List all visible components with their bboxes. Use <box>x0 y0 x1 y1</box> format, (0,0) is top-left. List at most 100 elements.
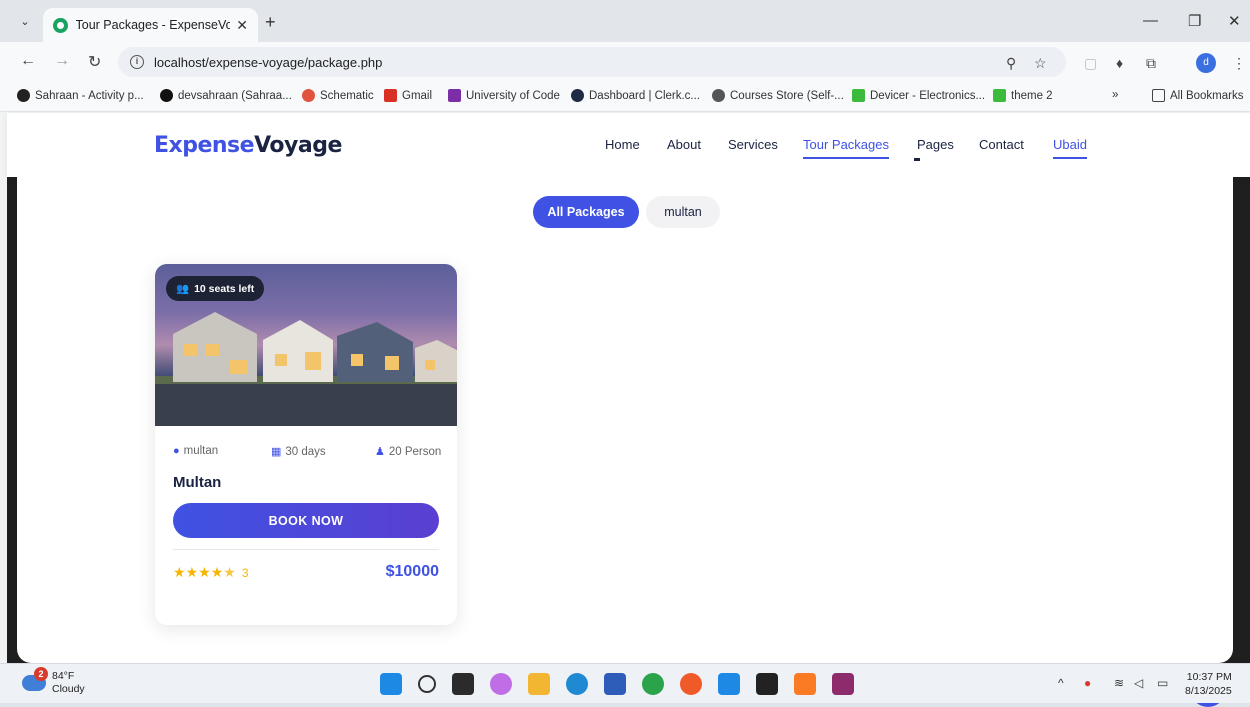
persons-meta: ♟ 20 Person <box>375 445 442 459</box>
map-marker-icon: ● <box>173 445 180 457</box>
site-logo[interactable]: ExpenseVoyage <box>154 133 342 158</box>
vscode-icon[interactable] <box>718 673 740 695</box>
filter-multan[interactable]: multan <box>646 196 720 228</box>
browser-toolbar: ← → ↻ i localhost/expense-voyage/package… <box>0 42 1250 82</box>
bookmark-item[interactable]: theme 2 <box>993 89 1053 102</box>
package-title: Multan <box>173 474 222 491</box>
puzzle-icon[interactable]: ⧉ <box>1146 55 1156 72</box>
start-icon[interactable] <box>380 673 402 695</box>
temperature: 84°F <box>52 670 75 682</box>
volume-icon[interactable]: ◁ <box>1134 676 1143 690</box>
system-clock[interactable]: 10:37 PM 8/13/2025 <box>1185 670 1232 698</box>
package-price: $10000 <box>385 563 439 580</box>
minimize-icon[interactable]: — <box>1143 12 1158 29</box>
nav-about[interactable]: About <box>667 137 701 152</box>
bookmark-item[interactable]: University of Code <box>448 89 560 102</box>
tab-title: Tour Packages - ExpenseVoyage <box>75 18 231 32</box>
back-icon[interactable]: ← <box>20 52 36 70</box>
lightbulb-icon[interactable]: ♦ <box>1116 55 1123 71</box>
rating-count: 3 <box>241 565 249 580</box>
site-info-icon[interactable]: i <box>130 55 144 69</box>
browser-window: ⌄ Tour Packages - ExpenseVoyage ✕ + — ❐ … <box>0 0 1250 707</box>
restore-icon[interactable]: ❐ <box>1188 12 1201 30</box>
menu-icon[interactable]: ⋮ <box>1232 55 1246 72</box>
reload-icon[interactable]: ↻ <box>88 52 101 72</box>
bookmark-item[interactable]: devsahraan (Sahraa... <box>160 89 292 102</box>
tray-app-icon[interactable]: ● <box>1084 676 1091 690</box>
task-view-icon[interactable] <box>452 673 474 695</box>
profile-avatar[interactable]: d <box>1196 53 1216 73</box>
weather-badge: 2 <box>34 667 48 681</box>
winrar-icon[interactable] <box>832 673 854 695</box>
package-image: 👥 10 seats left <box>155 264 457 426</box>
rating-stars: ★ ★ ★ ★ ★ 3 <box>173 564 249 581</box>
nav-services[interactable]: Services <box>728 137 778 152</box>
tab-search-icon[interactable]: ⌄ <box>14 10 36 32</box>
bookmark-item[interactable]: Devicer - Electronics... <box>852 89 985 102</box>
zoom-icon[interactable]: ⚲ <box>1006 55 1016 72</box>
nav-tour-packages[interactable]: Tour Packages <box>803 137 889 159</box>
location-meta: ● multan <box>173 445 219 457</box>
folder-icon <box>1152 89 1165 102</box>
star-icon: ★ <box>210 564 224 580</box>
star-half-icon: ★ <box>223 564 236 580</box>
new-tab-icon[interactable]: + <box>265 12 276 33</box>
gmail-icon <box>384 89 397 102</box>
bookmarks-bar: Sahraan - Activity p... devsahraan (Sahr… <box>0 82 1250 112</box>
search-icon[interactable] <box>418 675 436 693</box>
xampp-icon[interactable] <box>794 673 816 695</box>
site-header: ExpenseVoyage Home About Services Tour P… <box>7 113 1250 177</box>
theme-icon <box>993 89 1006 102</box>
filter-all-packages[interactable]: All Packages <box>533 196 639 228</box>
globe-icon <box>712 89 725 102</box>
bookmark-item[interactable]: Schematic <box>302 89 374 102</box>
chrome-icon[interactable] <box>642 673 664 695</box>
bookmark-favicon-icon <box>17 89 30 102</box>
nav-contact[interactable]: Contact <box>979 137 1024 152</box>
bookmark-item[interactable]: Sahraan - Activity p... <box>17 89 144 102</box>
copilot-icon[interactable] <box>490 673 512 695</box>
nav-pages[interactable]: Pages <box>917 137 954 152</box>
weather-widget[interactable]: 2 84°F Cloudy <box>22 667 85 696</box>
packages-section: All Packages multan 👥 10 seats left ● mu… <box>17 177 1233 707</box>
weather-condition: Cloudy <box>52 683 85 695</box>
card-divider <box>173 549 439 550</box>
bookmark-item[interactable]: Gmail <box>384 89 432 102</box>
more-bookmarks-icon[interactable]: » <box>1112 89 1118 101</box>
tray-chevron-icon[interactable]: ^ <box>1058 676 1064 690</box>
calendar-icon: ▦ <box>271 446 282 458</box>
tab-strip: ⌄ Tour Packages - ExpenseVoyage ✕ + — ❐ … <box>0 0 1250 42</box>
package-card: 👥 10 seats left ● multan ▦ 30 days ♟ 20 … <box>155 264 457 625</box>
seats-badge: 👥 10 seats left <box>166 276 265 301</box>
bookmark-star-icon[interactable]: ☆ <box>1034 55 1047 72</box>
favicon-icon <box>53 17 68 33</box>
close-window-icon[interactable]: ✕ <box>1228 12 1241 30</box>
star-icon: ★ <box>173 564 186 580</box>
address-bar[interactable]: i localhost/expense-voyage/package.php <box>118 47 1066 77</box>
all-bookmarks[interactable]: All Bookmarks <box>1152 89 1244 102</box>
nav-user[interactable]: Ubaid <box>1053 137 1087 159</box>
forward-icon[interactable]: → <box>54 52 70 70</box>
postman-icon[interactable] <box>680 673 702 695</box>
nav-home[interactable]: Home <box>605 137 640 152</box>
star-icon: ★ <box>198 564 211 580</box>
edge-icon[interactable] <box>566 673 588 695</box>
battery-icon[interactable]: ▭ <box>1157 676 1168 690</box>
university-icon <box>448 89 461 102</box>
close-tab-icon[interactable]: ✕ <box>236 17 248 34</box>
bookmark-item[interactable]: Dashboard | Clerk.c... <box>571 89 700 102</box>
duration-meta: ▦ 30 days <box>271 445 326 459</box>
bookmark-item[interactable]: Courses Store (Self-... <box>712 89 844 102</box>
nav-pages-indicator <box>914 158 920 161</box>
extension-icon[interactable]: ▢ <box>1084 55 1097 72</box>
book-now-button[interactable]: BOOK NOW <box>173 503 439 538</box>
github-desktop-icon[interactable] <box>756 673 778 695</box>
tab-tour-packages[interactable]: Tour Packages - ExpenseVoyage ✕ <box>43 8 258 42</box>
file-explorer-icon[interactable] <box>528 673 550 695</box>
wifi-icon[interactable]: ≋ <box>1114 676 1124 690</box>
cloud-icon: 2 <box>22 667 48 691</box>
user-icon: ♟ <box>375 446 385 458</box>
store-icon[interactable] <box>604 673 626 695</box>
users-icon: 👥 <box>176 283 190 295</box>
devicer-icon <box>852 89 865 102</box>
